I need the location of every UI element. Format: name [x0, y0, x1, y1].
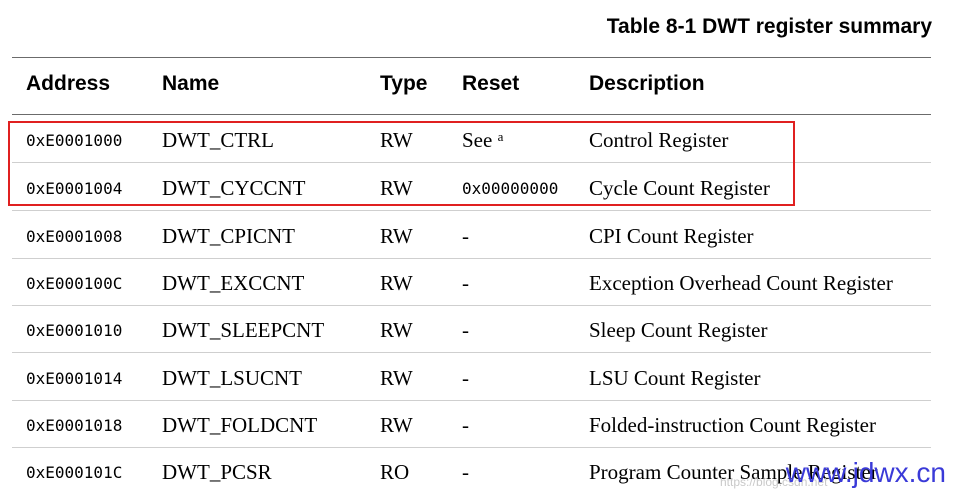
type-cell: RW	[380, 318, 413, 342]
description-cell: Folded-instruction Count Register	[589, 413, 876, 437]
name-cell: DWT_EXCCNT	[162, 271, 305, 295]
table-top-rule	[12, 57, 931, 58]
address-cell: 0xE0001008	[26, 227, 123, 246]
name-cell: DWT_CPICNT	[162, 224, 295, 248]
table-row: 0xE0001014 DWT_LSUCNT RW - LSU Count Reg…	[0, 354, 956, 401]
row-divider	[12, 352, 931, 353]
header-reset: Reset	[462, 72, 520, 95]
reset-cell: -	[462, 460, 469, 484]
address-cell: 0xE0001010	[26, 321, 123, 340]
highlight-box	[8, 121, 795, 206]
name-cell: DWT_LSUCNT	[162, 366, 302, 390]
table-caption: Table 8-1 DWT register summary	[606, 15, 932, 38]
header-type: Type	[380, 72, 428, 95]
type-cell: RW	[380, 271, 413, 295]
description-cell: Exception Overhead Count Register	[589, 271, 893, 295]
header-description: Description	[589, 72, 705, 95]
description-cell: CPI Count Register	[589, 224, 754, 248]
reset-cell: -	[462, 224, 469, 248]
table-row: 0xE0001010 DWT_SLEEPCNT RW - Sleep Count…	[0, 306, 956, 353]
header-name: Name	[162, 72, 220, 95]
table-row: 0xE0001008 DWT_CPICNT RW - CPI Count Reg…	[0, 212, 956, 259]
type-cell: RW	[380, 413, 413, 437]
address-cell: 0xE000100C	[26, 274, 123, 293]
type-cell: RW	[380, 366, 413, 390]
table-row: 0xE0001018 DWT_FOLDCNT RW - Folded-instr…	[0, 401, 956, 448]
type-cell: RO	[380, 460, 410, 484]
table-row: 0xE000100C DWT_EXCCNT RW - Exception Ove…	[0, 259, 956, 306]
description-cell: Sleep Count Register	[589, 318, 768, 342]
name-cell: DWT_FOLDCNT	[162, 413, 318, 437]
address-cell: 0xE0001018	[26, 416, 123, 435]
reset-cell: -	[462, 271, 469, 295]
header-address: Address	[26, 72, 111, 95]
reset-cell: -	[462, 318, 469, 342]
type-cell: RW	[380, 224, 413, 248]
row-divider	[12, 210, 931, 211]
address-cell: 0xE0001014	[26, 369, 123, 388]
reset-cell: -	[462, 413, 469, 437]
name-cell: DWT_SLEEPCNT	[162, 318, 325, 342]
header-bottom-rule	[12, 114, 931, 115]
reset-cell: -	[462, 366, 469, 390]
address-cell: 0xE000101C	[26, 463, 123, 482]
description-cell: LSU Count Register	[589, 366, 761, 390]
name-cell: DWT_PCSR	[162, 460, 272, 484]
site-watermark: www.jdwx.cn	[785, 457, 946, 488]
